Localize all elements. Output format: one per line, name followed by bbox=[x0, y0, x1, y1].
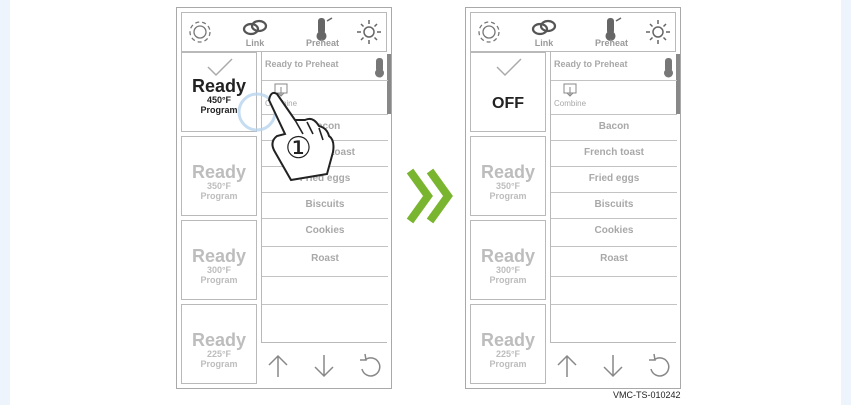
preset-program: Program bbox=[200, 359, 238, 369]
arrow-down-icon[interactable] bbox=[311, 353, 337, 379]
preset-temp: 300°F bbox=[495, 265, 521, 275]
link-button[interactable]: Link bbox=[529, 15, 559, 51]
list-item[interactable]: Cookies bbox=[551, 218, 677, 244]
illustration-canvas: Link Preheat Ready 450°F Program Ready 3… bbox=[10, 0, 841, 405]
toolbar: Link Preheat bbox=[470, 12, 676, 52]
preset-button-2[interactable]: Ready 350°F Program bbox=[470, 136, 546, 216]
toolbar: Link Preheat bbox=[181, 12, 387, 52]
brightness-button[interactable] bbox=[643, 15, 673, 51]
preset-temp: 225°F bbox=[206, 349, 232, 359]
preset-state: Ready bbox=[480, 246, 536, 266]
preset-program: Program bbox=[489, 275, 527, 285]
pointing-hand-icon: ① bbox=[237, 91, 335, 182]
list-item[interactable]: French toast bbox=[551, 140, 677, 166]
preset-program: Program bbox=[489, 359, 527, 369]
link-button[interactable]: Link bbox=[240, 15, 270, 51]
settings-button[interactable] bbox=[475, 15, 505, 51]
combine-label: Combine bbox=[554, 99, 587, 108]
preset-program: Program bbox=[200, 191, 238, 201]
preset-column: OFF Ready 350°F Program Ready 300°F Prog… bbox=[470, 52, 546, 386]
check-icon bbox=[496, 58, 522, 77]
list-title: Ready to Preheat bbox=[265, 59, 339, 69]
arrow-up-icon[interactable] bbox=[554, 353, 580, 379]
preset-temp: 350°F bbox=[495, 181, 521, 191]
list-item[interactable]: Roast bbox=[262, 246, 388, 272]
settings-button[interactable] bbox=[186, 15, 216, 51]
program-list: Ready to Preheat Combine Bacon French to… bbox=[550, 52, 682, 342]
navigation-bar bbox=[550, 342, 676, 386]
preset-program: Program bbox=[200, 275, 238, 285]
list-item-empty bbox=[262, 304, 388, 330]
combine-icon bbox=[563, 83, 577, 97]
preset-program: Program bbox=[489, 191, 527, 201]
preset-state: Ready bbox=[191, 246, 247, 266]
preheat-button[interactable]: Preheat bbox=[595, 15, 629, 51]
preheat-label: Preheat bbox=[306, 38, 340, 48]
brightness-icon bbox=[357, 20, 381, 44]
list-item[interactable]: Biscuits bbox=[262, 192, 388, 218]
preheat-label: Preheat bbox=[595, 38, 629, 48]
preheat-icon bbox=[375, 58, 384, 78]
preset-button-4[interactable]: Ready 225°F Program bbox=[181, 304, 257, 384]
list-title: Ready to Preheat bbox=[554, 59, 628, 69]
brightness-button[interactable] bbox=[354, 15, 384, 51]
preset-button-3[interactable]: Ready 300°F Program bbox=[470, 220, 546, 300]
list-item[interactable]: Roast bbox=[551, 246, 677, 272]
gear-icon bbox=[189, 21, 211, 43]
list-item[interactable]: Bacon bbox=[551, 114, 677, 140]
preset-state-off: OFF bbox=[492, 95, 524, 112]
list-item-empty bbox=[551, 304, 677, 330]
preset-temp: 300°F bbox=[206, 265, 232, 275]
control-panel-after: Link Preheat OFF Ready 350°F Program Rea… bbox=[465, 7, 681, 389]
step-marker: ① bbox=[285, 131, 312, 166]
control-panel-before: Link Preheat Ready 450°F Program Ready 3… bbox=[176, 7, 392, 389]
list-item[interactable]: Fried eggs bbox=[551, 166, 677, 192]
preheat-button[interactable]: Preheat bbox=[306, 15, 340, 51]
preset-button-3[interactable]: Ready 300°F Program bbox=[181, 220, 257, 300]
undo-icon[interactable] bbox=[646, 353, 672, 379]
link-label: Link bbox=[534, 38, 554, 48]
preset-button-4[interactable]: Ready 225°F Program bbox=[470, 304, 546, 384]
preset-state: Ready bbox=[480, 162, 536, 182]
preset-button-1[interactable]: OFF bbox=[470, 52, 546, 132]
preset-temp: 225°F bbox=[495, 349, 521, 359]
navigation-bar bbox=[261, 342, 387, 386]
check-icon bbox=[207, 58, 233, 77]
double-chevron-right-icon bbox=[406, 168, 453, 224]
undo-icon[interactable] bbox=[357, 353, 383, 379]
preset-state: Ready bbox=[480, 330, 536, 350]
figure-caption: VMC-TS-010242 bbox=[613, 390, 681, 400]
gear-icon bbox=[478, 21, 500, 43]
list-item[interactable]: Biscuits bbox=[551, 192, 677, 218]
arrow-up-icon[interactable] bbox=[265, 353, 291, 379]
link-label: Link bbox=[245, 38, 265, 48]
preheat-icon bbox=[664, 58, 673, 78]
brightness-icon bbox=[646, 20, 670, 44]
arrow-down-icon[interactable] bbox=[600, 353, 626, 379]
list-item-empty bbox=[262, 276, 388, 302]
preset-state: Ready bbox=[191, 330, 247, 350]
list-item[interactable]: Cookies bbox=[262, 218, 388, 244]
list-item-empty bbox=[551, 276, 677, 302]
